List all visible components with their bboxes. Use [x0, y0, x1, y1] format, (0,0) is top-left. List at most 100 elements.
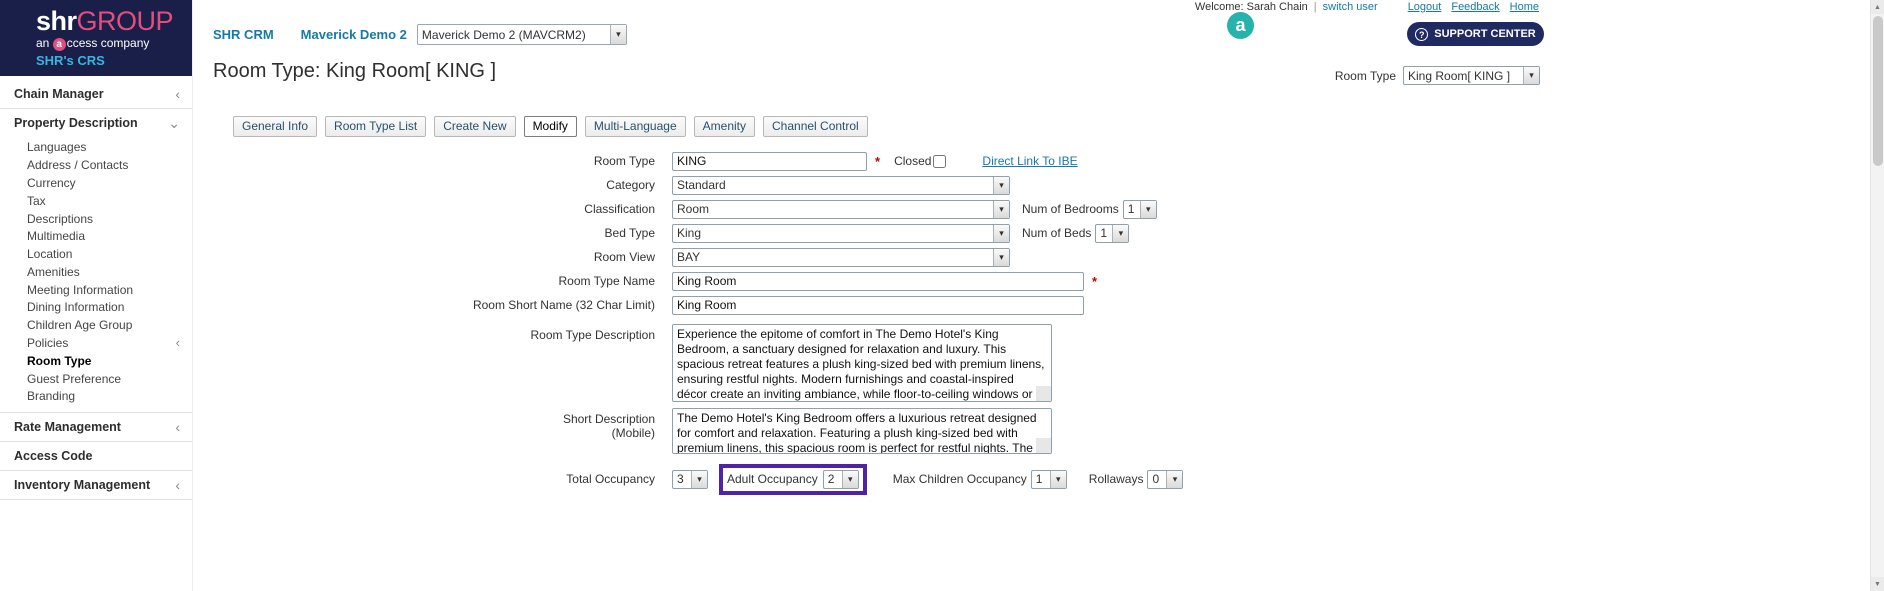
closed-label: Closed [894, 154, 932, 168]
short-description-textarea[interactable]: The Demo Hotel's King Bedroom offers a l… [672, 408, 1052, 454]
feedback-link[interactable]: Feedback [1451, 1, 1499, 13]
tab-amenity[interactable]: Amenity [693, 116, 755, 137]
category-label: Category [606, 178, 655, 192]
sidebar: shrGROUP an a ccess company SHR's CRS Cha… [0, 0, 193, 591]
logout-link[interactable]: Logout [1408, 1, 1442, 13]
classification-select[interactable]: Room [672, 199, 1010, 219]
main-area: Welcome: Sarah Chain | switch user Logou… [193, 0, 1884, 591]
dropdown-arrow-icon [609, 25, 626, 44]
switch-user-link[interactable]: switch user [1323, 1, 1378, 13]
room-type-description-label: Room Type Description [530, 328, 656, 342]
property-name-link[interactable]: Maverick Demo 2 [301, 27, 407, 42]
room-short-name-input[interactable] [672, 295, 1084, 315]
sidebar-item-multimedia[interactable]: Multimedia [0, 228, 192, 246]
tab-multi-language[interactable]: Multi-Language [584, 116, 686, 137]
short-description-label-line2: (Mobile) [611, 426, 655, 440]
tab-create-new[interactable]: Create New [434, 116, 516, 137]
adult-occupancy-label: Adult Occupancy [727, 472, 818, 486]
sidebar-menu: Chain Manager ‹ Property Description ⌄ L… [0, 76, 192, 500]
scroll-up-icon[interactable]: ▲ [1871, 0, 1884, 14]
num-of-beds-select[interactable]: 1 [1095, 223, 1130, 243]
form-row-category: Category Standard [213, 173, 1663, 197]
sidebar-section-chain-manager[interactable]: Chain Manager ‹ [0, 80, 192, 108]
sidebar-section-rate-management[interactable]: Rate Management ‹ [0, 413, 192, 441]
sidebar-item-branding[interactable]: Branding [0, 388, 192, 406]
sidebar-item-dining-information[interactable]: Dining Information [0, 299, 192, 317]
sidebar-item-currency[interactable]: Currency [0, 175, 192, 193]
separator: | [1313, 1, 1317, 13]
room-type-select[interactable]: King Room[ KING ] [1403, 66, 1540, 85]
section-label: Property Description [14, 116, 138, 130]
shr-crm-link[interactable]: SHR CRM [213, 27, 274, 42]
sidebar-item-policies[interactable]: Policies ‹ [0, 335, 192, 353]
item-label: Room Type [27, 353, 92, 368]
sidebar-item-tax[interactable]: Tax [0, 192, 192, 210]
sidebar-item-address-contacts[interactable]: Address / Contacts [0, 157, 192, 175]
rollaways-select[interactable]: 0 [1147, 469, 1184, 489]
sidebar-item-amenities[interactable]: Amenities [0, 263, 192, 281]
num-of-beds-label: Num of Beds [1022, 226, 1092, 240]
sidebar-item-guest-preference[interactable]: Guest Preference [0, 370, 192, 388]
dropdown-arrow-icon [993, 248, 1009, 266]
page-scrollbar[interactable]: ▲ ▼ [1870, 0, 1884, 591]
tab-general-info[interactable]: General Info [233, 116, 318, 137]
total-occupancy-value: 3 [677, 472, 684, 486]
brand-tagline: an a ccess company [36, 36, 192, 51]
item-label: Currency [27, 175, 76, 190]
classification-label: Classification [584, 202, 655, 216]
sidebar-item-meeting-information[interactable]: Meeting Information [0, 281, 192, 299]
room-type-selector: Room Type King Room[ KING ] [1335, 66, 1540, 85]
tagline-suffix: ccess company [66, 36, 150, 50]
divider [0, 498, 192, 500]
scroll-down-icon[interactable]: ▼ [1871, 577, 1884, 591]
sidebar-item-room-type[interactable]: Room Type [0, 352, 192, 370]
room-type-description-textarea[interactable]: Experience the epitome of comfort in The… [672, 324, 1052, 402]
dropdown-arrow-icon [1139, 200, 1156, 218]
direct-link-to-ibe[interactable]: Direct Link To IBE [982, 154, 1077, 168]
form-row-room-type-name: Room Type Name * [213, 269, 1663, 293]
room-type-name-input[interactable] [672, 271, 1084, 291]
tab-channel-control[interactable]: Channel Control [763, 116, 868, 137]
sidebar-section-access-code[interactable]: Access Code [0, 442, 192, 470]
sidebar-section-inventory-management[interactable]: Inventory Management ‹ [0, 471, 192, 499]
form-row-room-type-description: Room Type Description Experience the epi… [213, 324, 1663, 408]
num-of-bedrooms-select[interactable]: 1 [1122, 199, 1157, 219]
access-company-logo: a [1227, 12, 1254, 39]
tab-room-type-list[interactable]: Room Type List [325, 116, 427, 137]
max-children-occupancy-label: Max Children Occupancy [892, 472, 1027, 486]
room-type-form: Room Type * Closed Direct Link To IBE Ca… [213, 149, 1663, 496]
max-children-occupancy-select[interactable]: 1 [1030, 469, 1067, 489]
item-label: Multimedia [27, 229, 86, 244]
sidebar-item-languages[interactable]: Languages [0, 139, 192, 157]
dropdown-arrow-icon [1166, 470, 1183, 488]
required-asterisk: * [1092, 273, 1098, 289]
property-select[interactable]: Maverick Demo 2 (MAVCRM2) [416, 24, 627, 45]
brand-wordmark: shrGROUP [36, 7, 192, 35]
room-view-select[interactable]: BAY [672, 247, 1010, 267]
dropdown-arrow-icon [691, 470, 707, 488]
sidebar-section-property-description[interactable]: Property Description ⌄ [0, 109, 192, 137]
rollaways-label: Rollaways [1088, 472, 1144, 486]
chevron-collapsed-icon: ‹ [175, 418, 180, 435]
sidebar-item-descriptions[interactable]: Descriptions [0, 210, 192, 228]
room-type-selector-label: Room Type [1334, 68, 1396, 83]
support-center-button[interactable]: ? SUPPORT CENTER [1407, 22, 1544, 46]
sidebar-item-location[interactable]: Location [0, 246, 192, 264]
adult-occupancy-select[interactable]: 2 [822, 469, 859, 489]
scrollbar-thumb[interactable] [1873, 16, 1883, 166]
closed-checkbox[interactable] [933, 154, 947, 168]
access-logo-letter: a [1235, 15, 1246, 35]
total-occupancy-select[interactable]: 3 [672, 469, 708, 489]
category-select[interactable]: Standard [672, 175, 1010, 195]
tab-modify[interactable]: Modify [523, 116, 577, 137]
item-label: Policies [27, 335, 69, 350]
dropdown-arrow-icon [841, 470, 858, 488]
short-description-label: Short Description (Mobile) [213, 408, 655, 440]
home-link[interactable]: Home [1510, 1, 1539, 13]
room-type-input[interactable] [672, 151, 867, 171]
dropdown-arrow-icon [1112, 224, 1129, 242]
bed-type-select[interactable]: King [672, 223, 1010, 243]
brand-crs: SHR's CRS [36, 53, 105, 68]
sidebar-item-children-age-group[interactable]: Children Age Group [0, 317, 192, 335]
page-title: Room Type: King Room[ KING ] [213, 60, 497, 82]
